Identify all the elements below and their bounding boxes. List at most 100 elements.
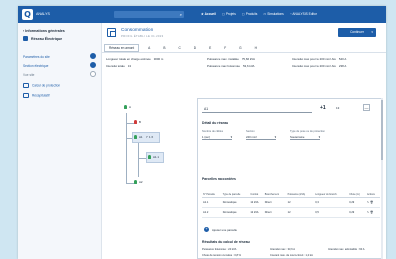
- cell-parcel-type[interactable]: Domestique: [221, 207, 250, 218]
- bulb-icon: [148, 155, 151, 159]
- tree-connector: [126, 183, 134, 184]
- tab-c[interactable]: C: [174, 45, 184, 51]
- sidebar-item-summary[interactable]: Récapitulatif: [23, 93, 50, 98]
- page-subtitle: PROFIL ÉTABLI LE 01.2023: [121, 34, 164, 38]
- col-connection: Branchement: [263, 186, 287, 198]
- chevron-down-icon: ▾: [230, 135, 232, 139]
- section-select[interactable]: 240 mm² ▾: [246, 135, 276, 140]
- panel-scrollbar[interactable]: [381, 98, 383, 259]
- collapse-button[interactable]: —: [363, 104, 370, 111]
- app-logo[interactable]: Q: [22, 9, 33, 20]
- table-row: A1.2 Domestique 12 kVA Direct 12 0,5 0,2…: [202, 207, 380, 218]
- bolt-icon: [23, 36, 28, 41]
- summary-total-current: Intensité totale 13: [106, 64, 132, 68]
- table-header-row: N° Parcelle Type de parcelle Contrat Bra…: [202, 186, 380, 198]
- cell-connection[interactable]: Direct: [263, 207, 287, 218]
- calculator-icon: [23, 83, 29, 88]
- count-value: 13: [336, 106, 340, 110]
- result-power: Puissance foisonnée : 24 kVA: [202, 248, 237, 251]
- result-short-circuit: Courant max. de court-circuit : 1,2 kA: [270, 254, 313, 257]
- result-current-admissible: Intensité max. admissible : 60 A: [328, 248, 365, 251]
- chevron-down-icon: ▾: [274, 135, 276, 139]
- sidebar-item-protection[interactable]: Calcul de protection: [23, 83, 60, 88]
- results-section-title: Résultats du calcul de réseau: [202, 240, 250, 244]
- tab-b[interactable]: B: [159, 45, 169, 51]
- back-link[interactable]: ‹ Informations générales: [23, 29, 65, 33]
- sidebar-item-label: Récapitulatif: [32, 93, 50, 98]
- sidebar-item-electric-section[interactable]: Section électrique: [23, 64, 48, 68]
- cell-parcel-no[interactable]: A1.2: [202, 207, 222, 218]
- sidebar-item-site-params[interactable]: Paramètres du site: [23, 55, 50, 59]
- cell-length[interactable]: 0,5: [314, 207, 349, 218]
- nav-editor[interactable]: ◔ ANALYSIS Editor: [290, 12, 317, 16]
- add-parcel-button[interactable]: + Ajouter une parcelle: [204, 226, 237, 232]
- tree-branch: [138, 141, 139, 177]
- chevron-down-icon: ▾: [318, 135, 320, 139]
- sidebar-item-site-view[interactable]: Vue site: [23, 73, 34, 77]
- field-label-section: Section: [246, 130, 255, 133]
- cell-drop: 0,29: [348, 197, 367, 208]
- parcels-section-title: Parcelles raccordées: [202, 177, 236, 181]
- detail-section-title: Détail du réseau: [202, 121, 229, 125]
- tab-d[interactable]: D: [190, 45, 200, 51]
- tab-upstream[interactable]: Réseau en amont: [104, 44, 140, 52]
- nav-products[interactable]: ▢ Produits: [242, 12, 258, 16]
- row-actions[interactable]: ✎ 🗑: [366, 207, 380, 218]
- row-actions[interactable]: ✎ 🗑: [366, 197, 380, 208]
- cell-parcel-type[interactable]: Domestique: [221, 197, 250, 208]
- tree-node-a1[interactable]: A1 Γ 1 Σ: [134, 135, 153, 139]
- summary-power-diversified: Puissance max foisonnée 53,6 kVA: [207, 64, 255, 68]
- step-done-icon: [90, 53, 96, 59]
- top-nav: ★ Accueil ▢ Projets ▢ Produits ▭ Simulat…: [201, 12, 317, 16]
- tree-node-a[interactable]: A: [124, 105, 131, 109]
- col-parcel-type: Type de parcelle: [221, 186, 250, 198]
- add-parcel-label: Ajouter une parcelle: [212, 227, 237, 232]
- summary-power-installed: Puissance max. installée 75,66 kVA: [207, 57, 255, 61]
- app-window: Q ANALYS ⌕ ★ Accueil ▢ Projets ▢ Produit…: [18, 6, 386, 259]
- tree-node-a2[interactable]: A2: [134, 180, 143, 184]
- tab-divider: [102, 52, 386, 53]
- install-select[interactable]: Souterraine ▾: [290, 135, 320, 140]
- code-input[interactable]: A1: [202, 105, 312, 113]
- cables-select[interactable]: 1 (sur) ▾: [202, 135, 232, 140]
- step-pending-icon: [90, 71, 96, 77]
- cell-power[interactable]: 12: [286, 197, 315, 208]
- nav-home[interactable]: ★ Accueil: [201, 12, 216, 16]
- top-bar: Q ANALYS ⌕ ★ Accueil ▢ Projets ▢ Produit…: [18, 6, 386, 23]
- bulb-icon: [134, 135, 137, 139]
- sidebar-title: Réseau Électrique: [23, 36, 62, 41]
- cell-contract[interactable]: 12 kVA: [249, 207, 264, 218]
- col-parcel-no: N° Parcelle: [202, 186, 222, 198]
- cell-contract[interactable]: 12 kVA: [249, 197, 264, 208]
- search-icon: ⌕: [179, 12, 182, 17]
- cell-parcel-no[interactable]: A1.1: [202, 197, 222, 208]
- table-row: A1.1 Domestique 12 kVA Direct 12 0,3 0,2…: [202, 197, 380, 208]
- printer-icon: [23, 93, 29, 98]
- search-input[interactable]: ⌕: [114, 11, 184, 18]
- tab-f[interactable]: F: [220, 45, 230, 51]
- nav-simulations[interactable]: ▭ Simulations: [263, 12, 283, 16]
- nav-projects[interactable]: ▢ Projets: [222, 12, 236, 16]
- cell-drop: 0,29: [348, 207, 367, 218]
- plus-icon: +: [204, 226, 209, 232]
- tab-e[interactable]: E: [205, 45, 215, 51]
- tab-a[interactable]: A: [144, 45, 154, 51]
- sidebar-item-label: Calcul de protection: [32, 83, 61, 88]
- tree-connector: [138, 158, 146, 159]
- continue-button[interactable]: Continuer ▾: [338, 28, 376, 37]
- page-title: Consommation: [121, 28, 154, 33]
- field-label-cables: Nombre de câbles: [202, 130, 224, 133]
- scrollbar-thumb[interactable]: [381, 100, 383, 160]
- increment-button[interactable]: +1: [320, 105, 326, 111]
- tab-h[interactable]: H: [251, 45, 261, 51]
- col-length: Longueur du branch.: [314, 186, 349, 198]
- cell-power[interactable]: 12: [286, 207, 315, 218]
- main-content: Consommation PROFIL ÉTABLI LE 01.2023 Co…: [102, 23, 386, 259]
- cell-length[interactable]: 0,3: [314, 197, 349, 208]
- col-drop: Chute (m): [348, 186, 367, 198]
- tab-g[interactable]: G: [235, 45, 245, 51]
- tree-node-a1-1[interactable]: A1.1: [148, 155, 159, 159]
- parcels-table: N° Parcelle Type de parcelle Contrat Bra…: [202, 186, 380, 218]
- tree-node-b[interactable]: B: [134, 120, 141, 124]
- cell-connection[interactable]: Direct: [263, 197, 287, 208]
